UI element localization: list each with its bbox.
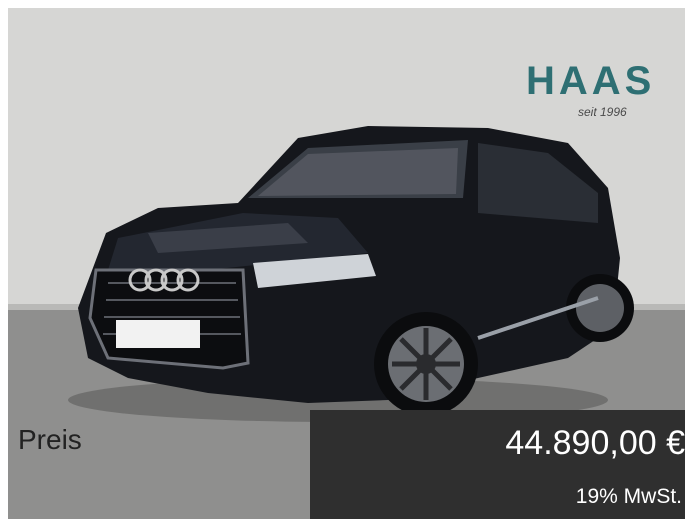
- price-value: 44.890,00 €: [505, 424, 685, 462]
- dealer-logo: HAAS seit 1996: [526, 59, 655, 119]
- price-box: 44.890,00 € 19% MwSt.: [310, 410, 685, 519]
- svg-text:seit 1996: seit 1996: [578, 105, 627, 119]
- vehicle-listing-card[interactable]: HAAS seit 1996 Preis 44.890,00 € 19% MwS…: [0, 0, 685, 519]
- price-label: Preis: [18, 424, 82, 455]
- tax-note: 19% MwSt.: [575, 485, 682, 508]
- svg-text:HAAS: HAAS: [526, 59, 655, 103]
